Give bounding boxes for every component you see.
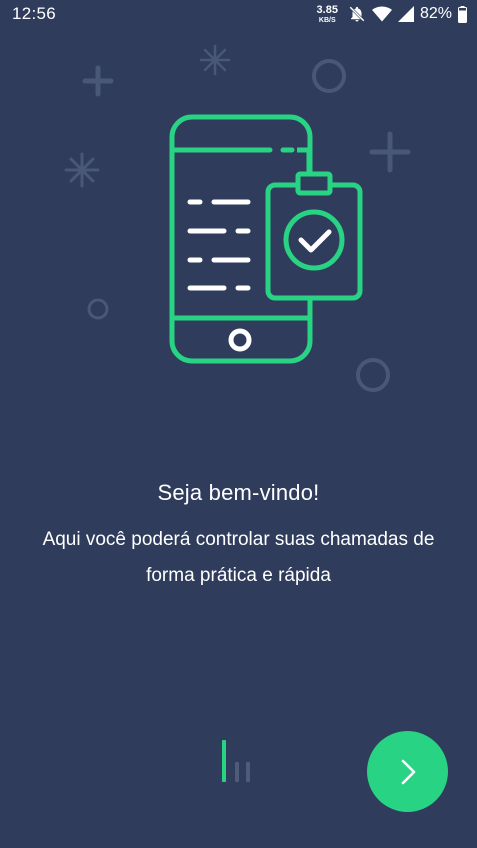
phone-clipboard-check-icon	[64, 44, 411, 392]
next-button[interactable]	[367, 731, 448, 812]
decor-asterisk-icon	[199, 44, 231, 76]
page-indicator-active	[222, 740, 226, 782]
decor-circle-icon	[87, 298, 109, 320]
decor-asterisk-icon	[64, 152, 100, 188]
page-indicator-dot	[246, 762, 250, 782]
page-indicator-dot	[235, 762, 239, 782]
chevron-right-icon	[401, 759, 415, 784]
welcome-description: Aqui você poderá controlar suas chamadas…	[42, 529, 435, 586]
clipboard-icon	[265, 171, 363, 301]
phone-text-lines-icon	[187, 199, 251, 291]
decor-plus-icon	[369, 131, 411, 173]
decor-circle-icon	[356, 358, 390, 392]
page-indicator	[221, 740, 261, 782]
decor-circle-icon	[312, 59, 346, 93]
onboarding-screen: 12:56 3.85 KB/S 82% Seja bem-vindo! Aqui…	[0, 0, 477, 848]
welcome-title: Seja bem-vindo!	[157, 480, 320, 505]
phone-home-button-icon	[228, 328, 252, 352]
decor-plus-icon	[82, 65, 114, 97]
